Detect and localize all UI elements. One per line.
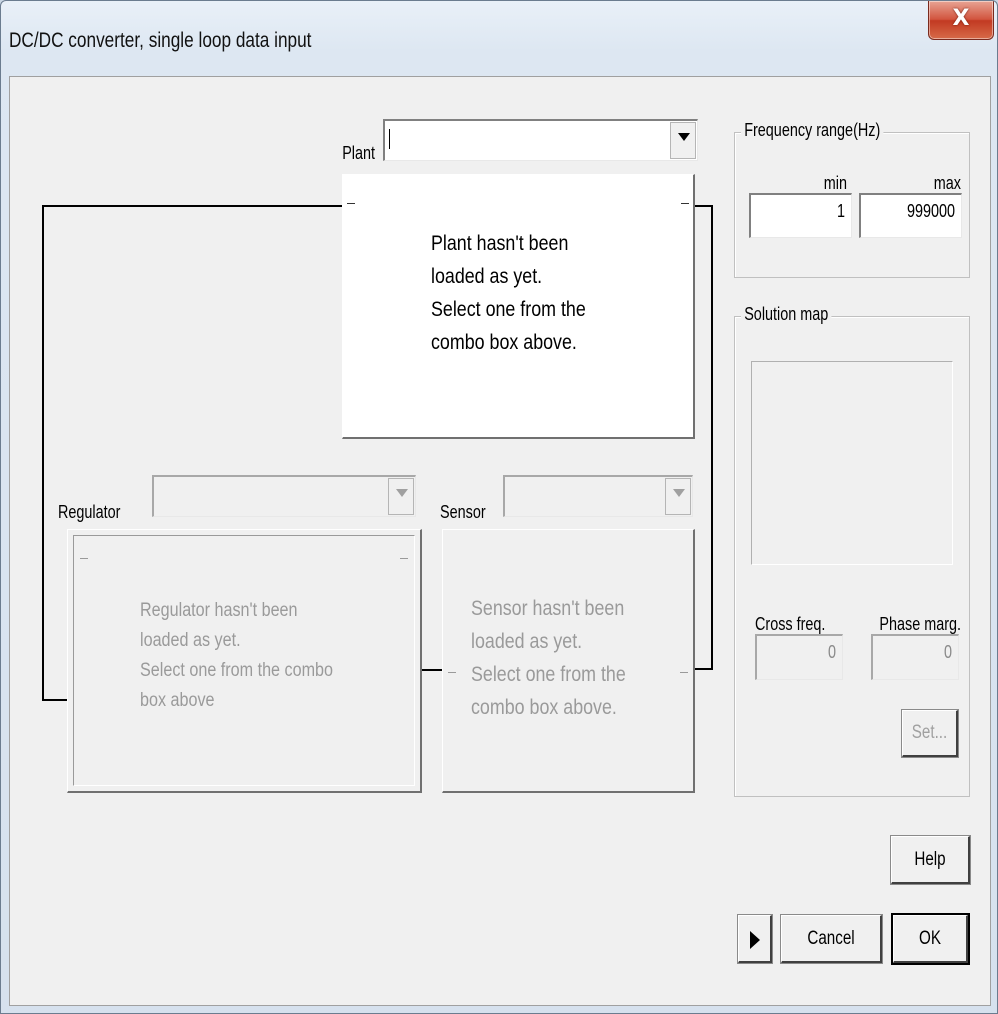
- max-label: max: [933, 173, 961, 193]
- loop-line-sensor-regulator: [422, 669, 442, 671]
- freq-min-field[interactable]: 1: [749, 193, 852, 238]
- min-label: min: [823, 173, 847, 193]
- plant-combo[interactable]: [383, 119, 698, 161]
- solution-map-canvas[interactable]: [751, 361, 953, 565]
- loop-line-bottom-left: [42, 699, 67, 701]
- help-button-label: Help: [914, 848, 946, 870]
- freq-max-field[interactable]: 999000: [859, 193, 962, 238]
- chevron-down-icon: [678, 133, 690, 141]
- sensor-label: Sensor: [440, 502, 486, 522]
- sensor-output-port: [448, 672, 456, 673]
- regulator-block: Regulator hasn't been loaded as yet. Sel…: [67, 529, 422, 793]
- regulator-dropdown-button[interactable]: [388, 478, 414, 515]
- ok-button-label: OK: [919, 927, 941, 949]
- phase-marg-field: 0: [871, 634, 959, 680]
- dialog-window: DC/DC converter, single loop data input …: [0, 0, 998, 1014]
- cross-freq-value: 0: [827, 642, 836, 662]
- plant-block: Plant hasn't been loaded as yet. Select …: [342, 174, 695, 439]
- phase-marg-value: 0: [943, 642, 952, 662]
- sensor-message: Sensor hasn't been loaded as yet. Select…: [471, 597, 626, 719]
- loop-line-sensor-in: [695, 668, 713, 670]
- regulator-message: Regulator hasn't been loaded as yet. Sel…: [140, 600, 334, 711]
- text-cursor: [389, 129, 390, 149]
- set-button-label: Set...: [911, 722, 948, 743]
- sensor-input-port: [680, 672, 688, 673]
- plant-message: Plant hasn't been loaded as yet. Select …: [431, 232, 586, 354]
- regulator-combo[interactable]: [152, 475, 416, 517]
- ok-button[interactable]: OK: [891, 913, 970, 965]
- cancel-button-label: Cancel: [807, 927, 855, 949]
- play-arrow-icon: [750, 931, 760, 949]
- regulator-input-port: [400, 558, 408, 559]
- chevron-down-icon: [673, 489, 685, 497]
- regulator-label: Regulator: [58, 502, 121, 522]
- plant-label: Plant: [342, 143, 375, 163]
- sensor-block: Sensor hasn't been loaded as yet. Select…: [442, 529, 695, 793]
- cross-freq-label: Cross freq.: [755, 614, 826, 634]
- frequency-range-title: Frequency range(Hz): [741, 120, 884, 141]
- window-title: DC/DC converter, single loop data input: [9, 29, 312, 52]
- chevron-down-icon: [396, 489, 408, 497]
- close-button[interactable]: X: [928, 1, 994, 40]
- expand-button[interactable]: [737, 914, 773, 964]
- cross-freq-field: 0: [755, 634, 843, 680]
- loop-line-left: [42, 205, 44, 701]
- freq-max-value: 999000: [906, 201, 955, 221]
- frequency-range-group: Frequency range(Hz) min max 1 999000: [734, 120, 970, 278]
- plant-output-port: [681, 203, 689, 204]
- loop-line-top-left: [42, 205, 342, 207]
- regulator-output-port: [80, 558, 88, 559]
- phase-marg-label: Phase marg.: [879, 614, 961, 634]
- solution-map-title: Solution map: [741, 304, 832, 325]
- dialog-client-area: Plant Plant hasn't been loaded as yet. S…: [9, 76, 991, 1006]
- loop-line-right: [711, 205, 713, 670]
- sensor-combo[interactable]: [503, 475, 693, 517]
- cancel-button[interactable]: Cancel: [780, 914, 883, 964]
- title-bar[interactable]: DC/DC converter, single loop data input …: [1, 1, 997, 76]
- plant-input-port: [347, 203, 355, 204]
- freq-min-value: 1: [836, 201, 845, 221]
- sensor-dropdown-button[interactable]: [665, 478, 691, 515]
- close-icon: X: [952, 6, 970, 31]
- set-button[interactable]: Set...: [901, 709, 959, 758]
- plant-dropdown-button[interactable]: [670, 122, 696, 159]
- help-button[interactable]: Help: [890, 835, 971, 885]
- solution-map-group: Solution map Cross freq. Phase marg. 0 0…: [734, 304, 970, 797]
